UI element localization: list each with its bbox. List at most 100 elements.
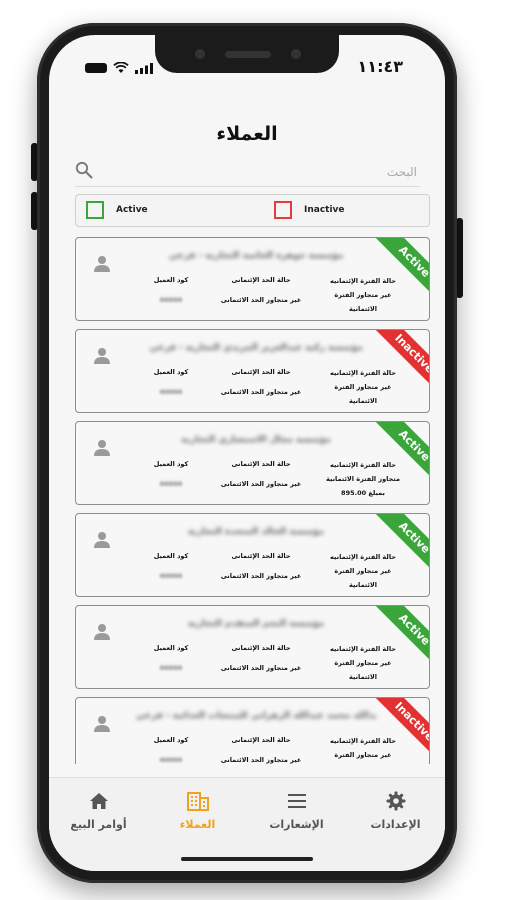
credit-period-value: غير متجاوز الفترة [334,383,392,391]
customer-code-label: كود العميل [153,736,189,744]
credit-limit-value: غير متجاوز الحد الائتمانى [220,664,302,672]
credit-period-label: حالة الفترة الإئتمانيه [330,553,396,561]
notch [155,35,339,73]
credit-period-value: متجاوز الفترة الائتمانية [326,475,400,483]
status-time: ١١:٤٣ [357,57,403,76]
filter-inactive-checkbox[interactable] [274,201,292,219]
customer-code-value: 00000 [159,572,183,580]
customer-name: مؤسسة الخالد المتحدة التجارية [187,527,325,537]
nav-item-sales-orders[interactable]: أوامر البيع [49,788,148,831]
customer-code-value: 00000 [159,664,183,672]
credit-period-value: غير متجاوز الفترة [334,291,392,299]
filter-active-checkbox[interactable] [86,201,104,219]
credit-limit-column: حالة الحد الإئتمانى غير متجاوز الحد الائت… [216,366,306,398]
credit-limit-value: غير متجاوز الحد الائتمانى [220,296,302,304]
credit-period-label: حالة الفترة الإئتمانيه [330,277,396,285]
credit-limit-column: حالة الحد الإئتمانى غير متجاوز الحد الائت… [216,734,306,764]
status-filter: Active Inactive [75,194,430,227]
customer-code-value: 00000 [159,296,183,304]
customer-code-label: كود العميل [153,552,189,560]
nav-item-settings[interactable]: الإعدادات [346,788,445,831]
speaker-grille [225,51,271,58]
customer-name: مؤسسة جوهرة الخاصة التجارية - فرعي [168,251,344,261]
credit-period-column: حالة الفترة الإئتمانيه غير متجاوز الفترة ا… [320,366,406,408]
power-button [456,218,463,298]
nav-item-notifications[interactable]: الإشعارات [247,788,346,831]
nav-label-sales-orders: أوامر البيع [70,818,127,831]
user-avatar-icon [94,440,110,456]
home-icon [89,793,108,809]
nav-label-notifications: الإشعارات [269,818,324,831]
credit-limit-label: حالة الحد الإئتمانى [231,276,291,284]
credit-limit-value: غير متجاوز الحد الائتمانى [220,756,302,764]
wifi-icon [113,62,129,73]
credit-limit-column: حالة الحد الإئتمانى غير متجاوز الحد الائت… [216,550,306,582]
camera-icon [195,49,205,59]
filter-active-option[interactable]: Active [86,201,148,219]
credit-limit-label: حالة الحد الإئتمانى [231,368,291,376]
customer-code-label: كود العميل [153,368,189,376]
nav-label-settings: الإعدادات [370,818,421,831]
customer-card[interactable]: مؤسسة مجال الاستشاري التجارية كود العميل 0… [75,421,430,505]
credit-limit-column: حالة الحد الإئتمانى غير متجاوز الحد الائت… [216,274,306,306]
customer-code-label: كود العميل [153,276,189,284]
credit-period-value-line2: بمبلغ 895.00 [341,489,385,497]
user-avatar-icon [94,256,110,272]
signal-icon [135,62,153,74]
credit-period-value-line2: الائتمانية [349,581,377,589]
user-avatar-icon [94,624,110,640]
credit-period-label: حالة الفترة الإئتمانيه [330,461,396,469]
credit-period-value-line2: الائتمانية [320,762,406,764]
customer-code-column: كود العميل 00000 [148,458,194,490]
credit-limit-column: حالة الحد الإئتمانى غير متجاوز الحد الائت… [216,458,306,490]
customer-name: مؤسسة عبدالله محمد عبدالله الزهراني للمن… [136,711,376,721]
customer-card[interactable]: مؤسسة النجم المتقدم التجارية كود العميل 00… [75,605,430,689]
credit-limit-label: حالة الحد الإئتمانى [231,460,291,468]
credit-period-column: حالة الفترة الإئتمانيه غير متجاوز الفترة ا… [320,642,406,684]
credit-limit-label: حالة الحد الإئتمانى [231,736,291,744]
page-title: العملاء [216,123,278,145]
search-input[interactable] [99,161,417,183]
customer-card[interactable]: مؤسسة الخالد المتحدة التجارية كود العميل 0… [75,513,430,597]
customer-card[interactable]: مؤسسة جوهرة الخاصة التجارية - فرعي كود ال… [75,237,430,321]
sensor-icon [291,49,301,59]
credit-period-value-line2: الائتمانية [349,673,377,681]
customer-code-value: 00000 [159,388,183,396]
customer-card[interactable]: مؤسسة ركبة عبدالعزيز المريدي التجارية - … [75,329,430,413]
credit-limit-value: غير متجاوز الحد الائتمانى [220,572,302,580]
customer-code-label: كود العميل [153,644,189,652]
filter-inactive-option[interactable]: Inactive [274,201,345,219]
search-bar [75,155,420,187]
credit-period-column: حالة الفترة الإئتمانيه متجاوز الفترة الائ… [320,458,406,500]
app-screen: ١١:٤٣ العملاء Active Inactive مؤسسة جوهر… [49,35,445,871]
home-indicator [181,857,313,861]
customer-code-column: كود العميل 00000 [148,734,194,764]
credit-limit-value: غير متجاوز الحد الائتمانى [220,480,302,488]
user-avatar-icon [94,716,110,732]
nav-item-customers[interactable]: العملاء [148,788,247,831]
credit-limit-label: حالة الحد الإئتمانى [231,644,291,652]
building-icon [186,792,209,811]
customer-code-column: كود العميل 00000 [148,550,194,582]
user-avatar-icon [94,532,110,548]
credit-period-value-line2: الائتمانية [349,397,377,405]
customer-card[interactable]: مؤسسة عبدالله محمد عبدالله الزهراني للمن… [75,697,430,764]
search-icon[interactable] [75,161,93,179]
customer-name: مؤسسة ركبة عبدالعزيز المريدي التجارية - … [149,343,363,353]
customer-list[interactable]: مؤسسة جوهرة الخاصة التجارية - فرعي كود ال… [75,237,431,764]
gear-icon [386,791,405,811]
credit-period-column: حالة الفترة الإئتمانيه غير متجاوز الفترة ا… [320,734,406,764]
nav-label-customers: العملاء [179,818,216,831]
customer-code-value: 00000 [159,480,183,488]
customer-code-label: كود العميل [153,460,189,468]
credit-period-value: غير متجاوز الفترة [334,567,392,575]
credit-period-value: غير متجاوز الفترة [334,659,392,667]
credit-limit-column: حالة الحد الإئتمانى غير متجاوز الحد الائت… [216,642,306,674]
credit-period-value-line2: الائتمانية [349,305,377,313]
filter-active-label: Active [116,205,148,215]
customer-code-column: كود العميل 00000 [148,366,194,398]
filter-inactive-label: Inactive [304,205,345,215]
user-avatar-icon [94,348,110,364]
credit-limit-label: حالة الحد الإئتمانى [231,552,291,560]
customer-name: مؤسسة مجال الاستشاري التجارية [181,435,331,445]
